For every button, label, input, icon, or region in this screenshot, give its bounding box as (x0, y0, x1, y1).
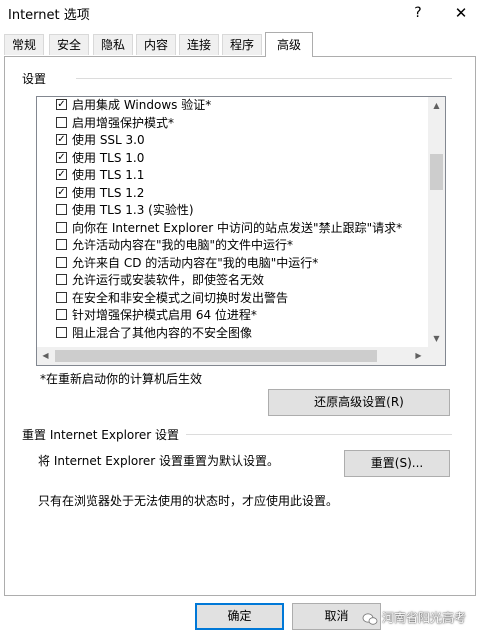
restart-note: *在重新启动你的计算机后生效 (40, 372, 203, 386)
setting-checkbox[interactable] (56, 326, 67, 338)
tab-privacy[interactable]: 隐私 (93, 34, 133, 55)
setting-label: 允许来自 CD 的活动内容在"我的电脑"中运行* (72, 255, 319, 270)
tab-content[interactable]: 内容 (136, 34, 176, 55)
scroll-down-icon[interactable]: ▼ (428, 330, 445, 347)
setting-item[interactable]: 针对增强保护模式启用 64 位进程* (37, 307, 427, 324)
setting-label: 启用集成 Windows 验证* (72, 98, 212, 112)
setting-label: 允许活动内容在"我的电脑"的文件中运行* (72, 238, 294, 252)
setting-checkbox[interactable] (56, 116, 67, 128)
restore-advanced-settings-button[interactable]: 还原高级设置(R) (268, 389, 450, 416)
setting-item[interactable]: 允许活动内容在"我的电脑"的文件中运行* (37, 237, 427, 254)
setting-label: 使用 TLS 1.1 (72, 168, 145, 182)
tab-connections[interactable]: 连接 (179, 34, 219, 55)
setting-item[interactable]: 阻止混合了其他内容的不安全图像 (37, 325, 427, 342)
tab-advanced[interactable]: 高级 (265, 32, 313, 57)
horizontal-scrollbar[interactable]: ◀ ▶ (37, 347, 445, 365)
setting-item[interactable]: 允许来自 CD 的活动内容在"我的电脑"中运行* (37, 255, 427, 272)
setting-checkbox[interactable]: ✓ (56, 99, 67, 110)
setting-checkbox[interactable]: ✓ (56, 186, 67, 198)
setting-checkbox[interactable] (56, 256, 67, 268)
setting-label: 针对增强保护模式启用 64 位进程* (72, 308, 257, 322)
reset-warning: 只有在浏览器处于无法使用的状态时，才应使用此设置。 (38, 494, 339, 508)
vertical-scroll-thumb[interactable] (430, 154, 443, 190)
setting-checkbox[interactable] (56, 239, 67, 250)
scroll-up-icon[interactable]: ▲ (428, 97, 445, 114)
setting-label: 使用 TLS 1.0 (72, 150, 145, 165)
setting-item[interactable]: 向你在 Internet Explorer 中访问的站点发送"禁止跟踪"请求* (37, 220, 427, 237)
title-bar: Internet 选项 ? ✕ (0, 0, 484, 26)
chat-bubble-icon (362, 612, 378, 625)
setting-item[interactable]: 允许运行或安装软件，即使签名无效 (37, 272, 427, 289)
horizontal-scroll-thumb[interactable] (55, 350, 377, 362)
tab-security[interactable]: 安全 (49, 34, 89, 55)
setting-label: 使用 TLS 1.3 (实验性) (72, 203, 194, 217)
setting-checkbox[interactable] (56, 309, 67, 320)
watermark-text: 河南省阳光高考 (382, 611, 467, 625)
reset-description: 将 Internet Explorer 设置重置为默认设置。 (38, 454, 280, 468)
reset-button[interactable]: 重置(S)... (344, 450, 450, 477)
setting-item[interactable]: ✓ 使用 SSL 3.0 (37, 132, 427, 149)
setting-item[interactable]: ✓ 使用 TLS 1.1 (37, 167, 427, 184)
setting-checkbox[interactable] (56, 204, 67, 215)
setting-item[interactable]: 启用增强保护模式* (37, 115, 427, 132)
setting-checkbox[interactable]: ✓ (56, 151, 67, 163)
tab-programs[interactable]: 程序 (222, 34, 262, 55)
tab-general[interactable]: 常规 (4, 34, 44, 55)
setting-item[interactable]: 在安全和非安全模式之间切换时发出警告 (37, 290, 427, 307)
window-title: Internet 选项 (8, 8, 90, 23)
setting-label: 使用 TLS 1.2 (72, 185, 145, 200)
setting-label: 允许运行或安装软件，即使签名无效 (72, 273, 265, 287)
setting-checkbox[interactable]: ✓ (56, 169, 67, 180)
reset-group-divider (186, 434, 452, 435)
settings-group-label: 设置 (22, 70, 51, 87)
settings-listbox[interactable]: ✓ 启用集成 Windows 验证* 启用增强保护模式* ✓ 使用 SSL 3.0 ✓ 使用… (36, 96, 446, 366)
setting-item[interactable]: ✓ 使用 TLS 1.0 (37, 150, 427, 167)
setting-item[interactable]: 使用 TLS 1.3 (实验性) (37, 202, 427, 219)
setting-label: 向你在 Internet Explorer 中访问的站点发送"禁止跟踪"请求* (72, 220, 403, 235)
vertical-scrollbar[interactable]: ▲ ▼ (428, 97, 445, 347)
setting-label: 启用增强保护模式* (72, 115, 175, 130)
ok-button[interactable]: 确定 (195, 603, 284, 630)
settings-group-divider (76, 78, 452, 79)
setting-item[interactable]: ✓ 使用 TLS 1.2 (37, 185, 427, 202)
watermark: 河南省阳光高考 (362, 606, 466, 630)
scroll-left-icon[interactable]: ◀ (37, 347, 54, 364)
scrollbar-corner (428, 347, 445, 365)
setting-checkbox[interactable] (56, 221, 67, 233)
help-button[interactable]: ? (403, 0, 433, 26)
setting-item[interactable]: ✓ 启用集成 Windows 验证* (37, 97, 427, 114)
setting-label: 阻止混合了其他内容的不安全图像 (72, 325, 253, 340)
setting-label: 在安全和非安全模式之间切换时发出警告 (72, 290, 289, 305)
close-button[interactable]: ✕ (446, 0, 476, 26)
setting-checkbox[interactable] (56, 274, 67, 285)
setting-label: 使用 SSL 3.0 (72, 133, 145, 147)
reset-group-label: 重置 Internet Explorer 设置 (22, 426, 184, 443)
setting-checkbox[interactable] (56, 291, 67, 303)
scroll-right-icon[interactable]: ▶ (410, 347, 427, 364)
setting-checkbox[interactable]: ✓ (56, 134, 67, 145)
